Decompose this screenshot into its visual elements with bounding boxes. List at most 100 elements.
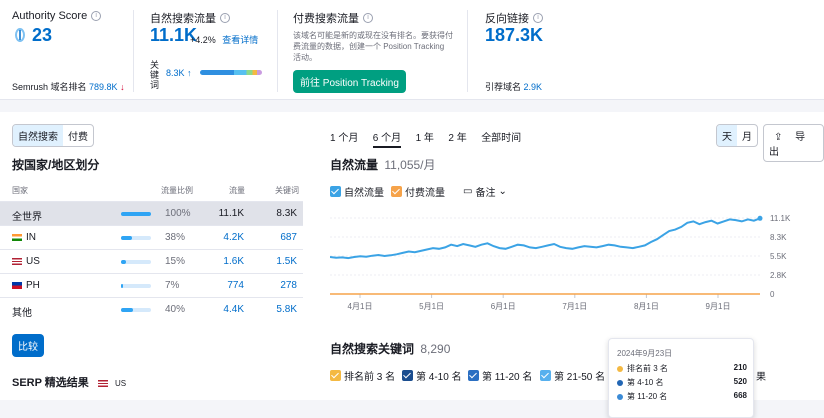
comment-icon: ▭ xyxy=(463,186,473,197)
current-point-marker xyxy=(757,215,763,221)
keywords-cell[interactable]: 687 xyxy=(280,232,297,243)
tab-2-years[interactable]: 2 年 xyxy=(448,133,466,144)
legend-11-20[interactable]: 第 11-20 名 xyxy=(468,368,532,383)
legend-4-10-label: 第 4-10 名 xyxy=(416,372,462,383)
organic-keywords-value: 8,290 xyxy=(420,342,451,356)
y-tick-label: 5.5K xyxy=(770,252,787,261)
flag-icon xyxy=(12,281,22,289)
legend-paid[interactable]: 付费流量 xyxy=(391,184,445,199)
keywords-value[interactable]: 8.3K xyxy=(166,68,185,78)
checkbox-icon xyxy=(402,370,413,381)
paid-desc-line3: 活动。 xyxy=(293,53,317,62)
organic-traffic-chart[interactable]: 11.1K 8.3K 5.5K 2.8K 0 4月1日 5月1日 6月1日 7月1日 8月1日 9月… xyxy=(330,204,792,314)
table-row[interactable]: IN 38% 4.2K 687 xyxy=(0,225,303,249)
country-cell[interactable]: 全世界 xyxy=(12,208,42,223)
paid-title: 付费搜索流量 xyxy=(293,13,359,25)
table-row[interactable]: 其他 40% 4.4K 5.8K xyxy=(0,297,303,321)
organic-traffic-value: 11,055/月 xyxy=(384,158,436,172)
rank-value[interactable]: 789.8K xyxy=(89,82,118,92)
tooltip-row: 第 4-10 名 520 xyxy=(617,377,747,389)
traffic-share-bar xyxy=(121,308,151,312)
tab-1-month[interactable]: 1 个月 xyxy=(330,133,358,144)
export-button[interactable]: ⇪ 导出 xyxy=(763,124,824,162)
us-flag-icon xyxy=(97,379,108,387)
info-icon[interactable]: i xyxy=(363,13,373,23)
pct-cell: 100% xyxy=(165,208,191,219)
country-cell[interactable]: IN xyxy=(12,232,36,243)
y-tick-label: 8.3K xyxy=(770,233,787,242)
compare-button[interactable]: 比较 xyxy=(12,334,44,357)
keywords-label: 关键词 xyxy=(150,60,160,90)
x-tick-label: 7月1日 xyxy=(562,302,587,311)
keywords-cell[interactable]: 5.8K xyxy=(276,304,297,315)
paid-desc-line1: 该域名可能是新的或现在没有排名。要获得付 xyxy=(293,31,453,40)
table-row[interactable]: 全世界 100% 11.1K 8.3K xyxy=(0,201,303,225)
country-cell[interactable]: PH xyxy=(12,280,40,291)
y-tick-label: 0 xyxy=(770,290,775,299)
backlinks-value[interactable]: 187.3K xyxy=(485,25,543,46)
traffic-cell[interactable]: 1.6K xyxy=(223,256,244,267)
notes-label: 备注 xyxy=(475,188,496,199)
tab-6-months[interactable]: 6 个月 xyxy=(372,133,402,148)
organic-traffic-line xyxy=(330,217,761,260)
authority-gauge-icon xyxy=(15,28,25,42)
country-cell[interactable]: US xyxy=(12,256,40,267)
country-cell[interactable]: 其他 xyxy=(12,304,32,319)
y-tick-label: 11.1K xyxy=(770,214,791,223)
arrow-up-icon: ↑ xyxy=(187,68,192,78)
col-traffic: 流量 xyxy=(229,186,245,195)
x-tick-label: 4月1日 xyxy=(348,302,373,311)
traffic-cell[interactable]: 4.2K xyxy=(223,232,244,243)
pct-cell: 7% xyxy=(165,280,180,291)
legend-11-20-label: 第 11-20 名 xyxy=(482,372,533,383)
backlinks-title: 反向链接 xyxy=(485,13,529,25)
legend-paid-label: 付费流量 xyxy=(405,188,445,199)
info-icon[interactable]: i xyxy=(91,11,102,21)
authority-value[interactable]: 23 xyxy=(32,25,52,46)
legend-top3[interactable]: 排名前 3 名 xyxy=(330,368,395,383)
tooltip-date: 2024年9月23日 xyxy=(617,349,673,358)
flag-icon xyxy=(12,233,22,241)
traffic-cell[interactable]: 4.4K xyxy=(223,304,244,315)
x-tick-label: 6月1日 xyxy=(491,302,516,311)
series-dot-icon xyxy=(617,379,623,386)
notes-dropdown[interactable]: ▭ 备注 ⌄ xyxy=(463,184,507,199)
serp-country: US xyxy=(114,379,127,388)
legend-top3-label: 排名前 3 名 xyxy=(344,372,396,383)
ref-domains-value[interactable]: 2.9K xyxy=(524,82,543,92)
table-row[interactable]: PH 7% 774 278 xyxy=(0,273,303,297)
legend-organic[interactable]: 自然流量 xyxy=(330,184,384,199)
checkbox-icon xyxy=(330,186,341,197)
position-tracking-button[interactable]: 前往 Position Tracking xyxy=(293,70,406,93)
tooltip-row: 第 11-20 名 668 xyxy=(617,391,747,403)
checkbox-icon xyxy=(330,370,341,381)
traffic-cell[interactable]: 774 xyxy=(227,280,244,291)
flag-icon xyxy=(12,257,22,265)
checkbox-icon xyxy=(391,186,402,197)
organic-title: 自然搜索流量 xyxy=(150,13,216,25)
view-details-link[interactable]: 查看详情 xyxy=(222,35,258,45)
info-icon[interactable]: i xyxy=(220,13,230,23)
legend-4-10[interactable]: 第 4-10 名 xyxy=(402,368,462,383)
tooltip-row: 排名前 3 名 210 xyxy=(617,363,747,375)
granularity-month[interactable]: 月 xyxy=(737,125,757,146)
info-icon[interactable]: i xyxy=(533,13,543,23)
toggle-paid[interactable]: 付费 xyxy=(63,125,93,146)
keywords-cell: 8.3K xyxy=(276,208,297,219)
keywords-cell[interactable]: 1.5K xyxy=(276,256,297,267)
tab-1-year[interactable]: 1 年 xyxy=(416,133,434,144)
legend-21-50[interactable]: 第 21-50 名 xyxy=(540,368,605,383)
table-row[interactable]: US 15% 1.6K 1.5K xyxy=(0,249,303,273)
y-tick-label: 2.8K xyxy=(770,271,787,280)
pct-cell: 40% xyxy=(165,304,186,315)
chart-tooltip: 2024年9月23日 排名前 3 名 210 第 4-10 名 520 第 11-20 … xyxy=(608,338,754,418)
stats-bar: Authority Score i 23 Semrush 域名排名 789.8K… xyxy=(0,0,824,100)
tab-all-time[interactable]: 全部时间 xyxy=(481,133,521,144)
pct-cell: 38% xyxy=(165,232,186,243)
rank-label: Semrush 域名排名 xyxy=(12,82,87,92)
keywords-cell[interactable]: 278 xyxy=(280,280,297,291)
granularity-day[interactable]: 天 xyxy=(717,125,737,146)
toggle-organic[interactable]: 自然搜索 xyxy=(13,125,63,146)
legend-overflow-text: 果 xyxy=(756,372,766,383)
x-tick-label: 5月1日 xyxy=(419,302,444,311)
